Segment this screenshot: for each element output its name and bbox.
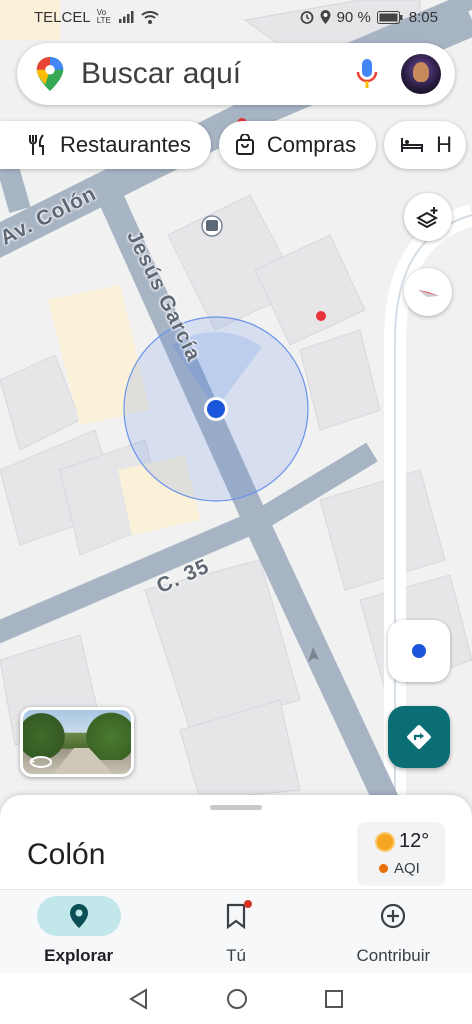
status-bar: TELCEL Vo LTE 90 % 8:05 [0, 0, 472, 34]
location-icon [320, 10, 331, 24]
maps-pin-icon [36, 56, 64, 92]
my-location-button[interactable] [388, 620, 450, 682]
wifi-icon [141, 10, 159, 24]
chip-label: H [436, 132, 452, 157]
search-bar[interactable]: Buscar aquí [17, 43, 455, 105]
compass-icon [418, 290, 439, 297]
explore-pin-icon [69, 904, 88, 928]
layers-button[interactable] [404, 193, 452, 241]
chip-restaurants[interactable]: Restaurantes [0, 121, 211, 169]
carrier-label: TELCEL [34, 8, 91, 26]
avatar[interactable] [401, 54, 441, 94]
layers-icon [416, 207, 439, 229]
directions-icon [407, 725, 431, 749]
nav-label: Explorar [44, 946, 114, 965]
clock: 8:05 [408, 8, 438, 26]
chip-shopping[interactable]: Compras [218, 121, 377, 169]
nav-explore[interactable]: Explorar [0, 890, 157, 973]
hotel-icon [401, 138, 424, 152]
signal-icon [118, 11, 134, 23]
microphone-icon[interactable] [353, 57, 381, 91]
bottom-navigation: Explorar Tú Contribuir [0, 889, 472, 973]
my-location-icon [412, 644, 426, 658]
system-navigation-bar [0, 973, 472, 1024]
battery-icon [376, 10, 403, 24]
nav-explore-pill [36, 896, 121, 936]
nav-contribute[interactable]: Contribuir [315, 890, 472, 973]
recents-icon[interactable] [324, 989, 344, 1009]
nav-you[interactable]: Tú [157, 890, 314, 973]
chip-label: Compras [266, 132, 357, 157]
compass-button[interactable] [404, 268, 452, 316]
add-circle-icon [381, 903, 406, 929]
place-title: Colón [27, 838, 106, 871]
notification-dot [243, 900, 252, 908]
home-icon[interactable] [226, 988, 248, 1010]
alarm-icon [300, 11, 313, 24]
back-icon[interactable] [128, 987, 150, 1010]
restaurant-icon [29, 134, 44, 155]
aqi-label: AQI [394, 860, 420, 877]
street-view-rotate-icon [29, 756, 52, 768]
shopping-bag-icon [235, 134, 254, 155]
chip-label: Restaurantes [60, 132, 191, 157]
directions-button[interactable] [388, 706, 450, 768]
nav-label: Tú [226, 946, 246, 965]
nav-label: Contribuir [356, 946, 431, 965]
sun-icon [377, 833, 393, 850]
street-view-thumbnail[interactable] [20, 707, 134, 777]
aqi-indicator-icon [379, 864, 388, 873]
battery-percent: 90 % [336, 8, 371, 26]
category-chips: Restaurantes Compras H [0, 121, 466, 169]
chip-hotels[interactable]: H [384, 121, 466, 169]
street-view-trees [23, 710, 69, 758]
temperature: 12° [399, 830, 430, 852]
bookmark-icon [226, 903, 246, 929]
weather-card[interactable]: 12° AQI [357, 822, 445, 886]
search-input[interactable]: Buscar aquí [81, 57, 353, 91]
network-badge: Vo LTE [96, 8, 111, 25]
sheet-drag-handle[interactable] [210, 805, 262, 810]
